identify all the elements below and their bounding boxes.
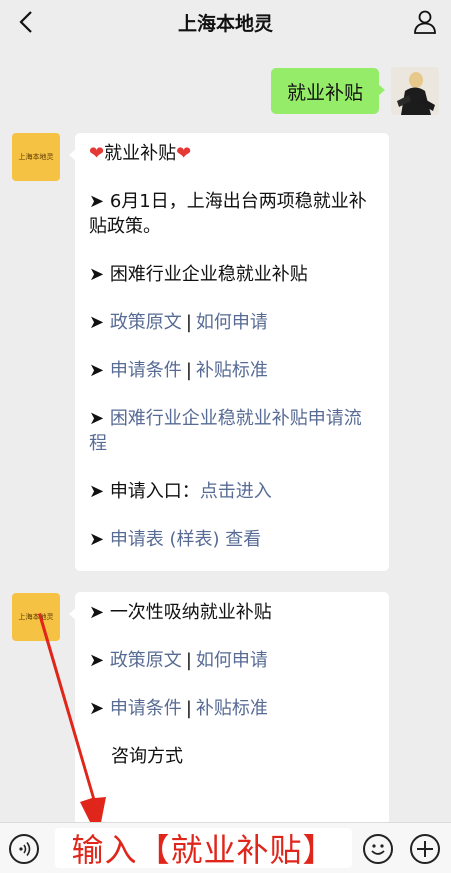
message-input[interactable]: 输入【就业补贴】 [55,828,352,869]
user-message-bubble[interactable]: 就业补贴 [271,68,385,114]
nav-bar: 上海本地灵 [0,0,451,44]
policy-text-link[interactable]: 政策原文 [110,312,182,333]
card1-line-7: ➤ 申请表 (样表) 查看 [89,527,375,552]
bullet-arrow: ➤ [89,650,110,671]
subsidy-standard-link[interactable]: 补贴标准 [196,698,268,719]
more-button[interactable] [410,834,440,864]
account-avatar[interactable]: 上海本地灵 [12,133,60,181]
bullet-arrow: ➤ [89,529,110,550]
message-input-value: 输入【就业补贴】 [71,831,336,869]
separator: | [185,698,192,719]
user-avatar[interactable] [391,67,439,115]
plus-icon [417,841,433,857]
separator: | [185,312,192,333]
user-message-text: 就业补贴 [286,81,363,104]
bullet-arrow: ➤ [89,264,110,285]
back-button[interactable] [10,6,42,38]
card1-title-line: ❤就业补贴❤ [89,141,375,166]
sample-form-link[interactable]: 申请表 (样表) 查看 [110,529,262,550]
reply-card-2: ➤ 一次性吸纳就业补贴 ➤ 政策原文 | 如何申请 ➤ 申请条件 | 补贴标准 咨询方式 [69,592,389,822]
bullet-arrow: ➤ [89,481,110,502]
card1-line-3: ➤ 政策原文 | 如何申请 [89,310,375,335]
emoji-button[interactable] [363,834,393,864]
user-photo-icon [391,67,439,115]
account-avatar-text: 上海本地灵 [18,613,54,621]
profile-button[interactable] [409,6,441,38]
card1-title: 就业补贴 [104,143,177,164]
click-enter-link[interactable]: 点击进入 [200,481,272,502]
card2-line-1: ➤ 一次性吸纳就业补贴 [89,600,375,625]
card1-line-5: ➤ 困难行业企业稳就业补贴申请流程 [89,406,375,456]
card1-line-2: ➤ 困难行业企业稳就业补贴 [89,262,375,287]
conditions-link[interactable]: 申请条件 [110,698,182,719]
card2-line-4: 咨询方式 [89,744,375,769]
reply-card-1: ❤就业补贴❤ ➤ 6月1日，上海出台两项稳就业补贴政策。 ➤ 困难行业企业稳就业… [69,133,389,571]
voice-icon [19,842,31,856]
chat-title: 上海本地灵 [177,12,273,35]
chevron-left-icon [19,11,32,33]
input-bar: 输入【就业补贴】 [0,822,451,873]
card1-line-4: ➤ 申请条件 | 补贴标准 [89,358,375,383]
conditions-link[interactable]: 申请条件 [110,360,182,381]
account-avatar[interactable]: 上海本地灵 [12,593,60,641]
voice-button[interactable] [9,834,39,864]
heart-icon: ❤ [176,143,192,164]
card1-line-1-text: 6月1日，上海出台两项稳就业补贴政策。 [89,191,367,237]
card2-line-3: ➤ 申请条件 | 补贴标准 [89,696,375,721]
application-process-link[interactable]: 困难行业企业稳就业补贴申请流程 [89,408,362,454]
bullet-arrow: ➤ [89,698,110,719]
policy-text-link[interactable]: 政策原文 [110,650,182,671]
bullet-arrow: ➤ [89,408,110,429]
bullet-arrow: ➤ [89,312,110,333]
separator: | [185,650,192,671]
consult-method-text: 咨询方式 [111,746,183,767]
chat-area[interactable]: 就业补贴 上海本地灵 ❤就业补贴❤ ➤ 6月1日，上海出台两项稳就业补贴政策。 … [0,44,451,822]
bullet-arrow: ➤ [89,360,110,381]
how-to-apply-link[interactable]: 如何申请 [196,312,268,333]
bullet-arrow: ➤ [89,191,110,212]
subsidy-standard-link[interactable]: 补贴标准 [196,360,268,381]
card1-line-1: ➤ 6月1日，上海出台两项稳就业补贴政策。 [89,189,375,239]
emoji-icon [371,844,385,855]
card1-line-6: ➤ 申请入口：点击进入 [89,479,375,504]
separator: | [185,360,192,381]
bullet-arrow: ➤ [89,602,110,623]
account-avatar-text: 上海本地灵 [18,153,54,161]
apply-entry-label: 申请入口： [109,481,200,502]
card2-line-1-text: 一次性吸纳就业补贴 [109,602,272,623]
card2-line-2: ➤ 政策原文 | 如何申请 [89,648,375,673]
person-icon [414,10,436,34]
heart-icon: ❤ [89,143,105,164]
card1-line-2-text: 困难行业企业稳就业补贴 [109,264,308,285]
how-to-apply-link[interactable]: 如何申请 [196,650,268,671]
